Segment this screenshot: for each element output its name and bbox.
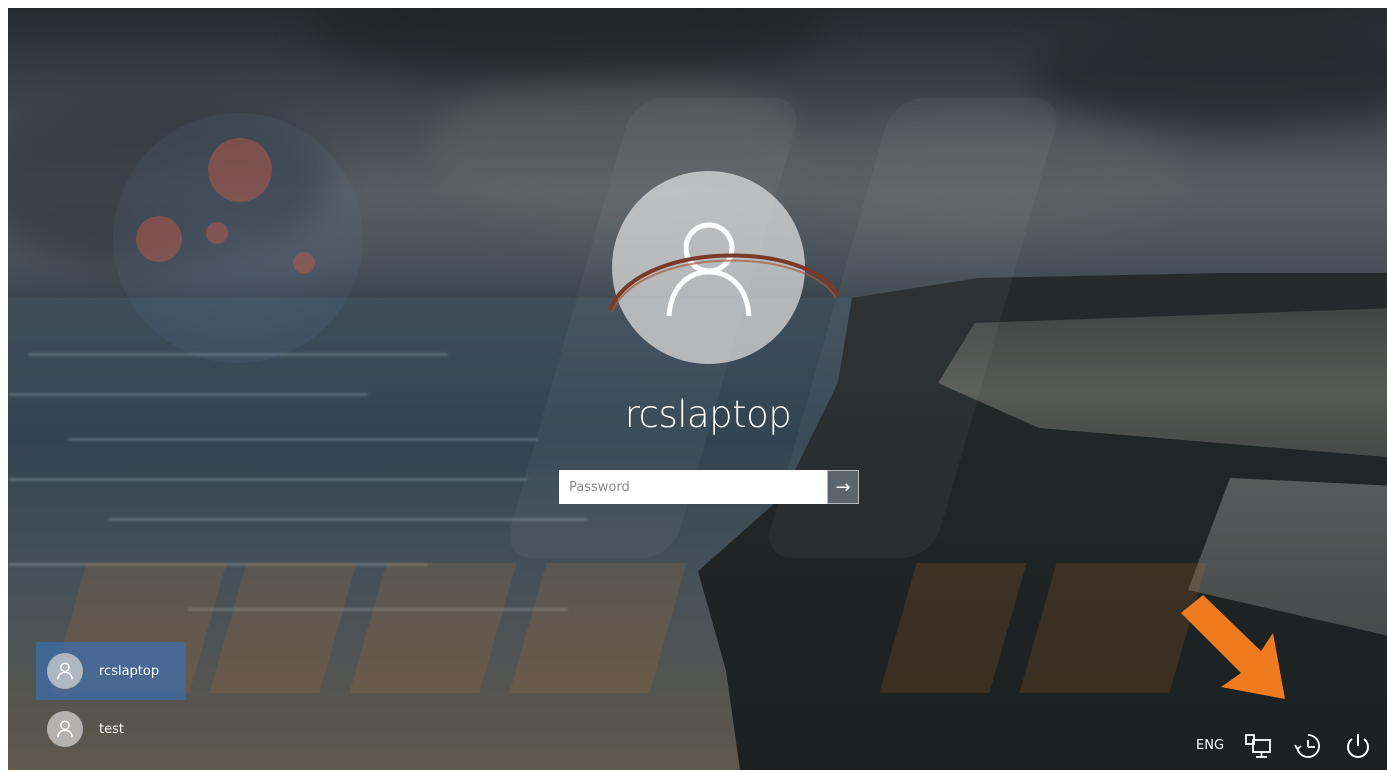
language-indicator[interactable]: ENG: [1196, 738, 1224, 753]
annotation-arrow-icon: [1181, 595, 1285, 699]
username-label: rcslaptop: [624, 393, 792, 436]
user-list-item-rcslaptop[interactable]: rcslaptop: [36, 642, 186, 700]
user-list-name: test: [99, 721, 124, 737]
power-button[interactable]: [1341, 729, 1375, 763]
network-icon: [1245, 734, 1271, 758]
user-icon: [47, 711, 83, 747]
ease-of-access-icon: [1294, 734, 1320, 758]
power-icon: [1347, 734, 1369, 758]
lock-screen: rcslaptop → rcslaptop test ENG: [8, 8, 1387, 770]
user-icon: [666, 222, 751, 316]
password-input[interactable]: [559, 470, 827, 504]
user-icon: [47, 653, 83, 689]
user-list-name: rcslaptop: [99, 663, 160, 679]
network-button[interactable]: [1241, 729, 1275, 763]
password-form: →: [559, 470, 859, 504]
user-list-item-test[interactable]: test: [36, 700, 186, 758]
submit-button[interactable]: →: [827, 470, 859, 504]
arrow-right-icon: →: [835, 476, 851, 498]
ease-of-access-button[interactable]: [1291, 729, 1325, 763]
user-avatar-large: [612, 171, 805, 364]
